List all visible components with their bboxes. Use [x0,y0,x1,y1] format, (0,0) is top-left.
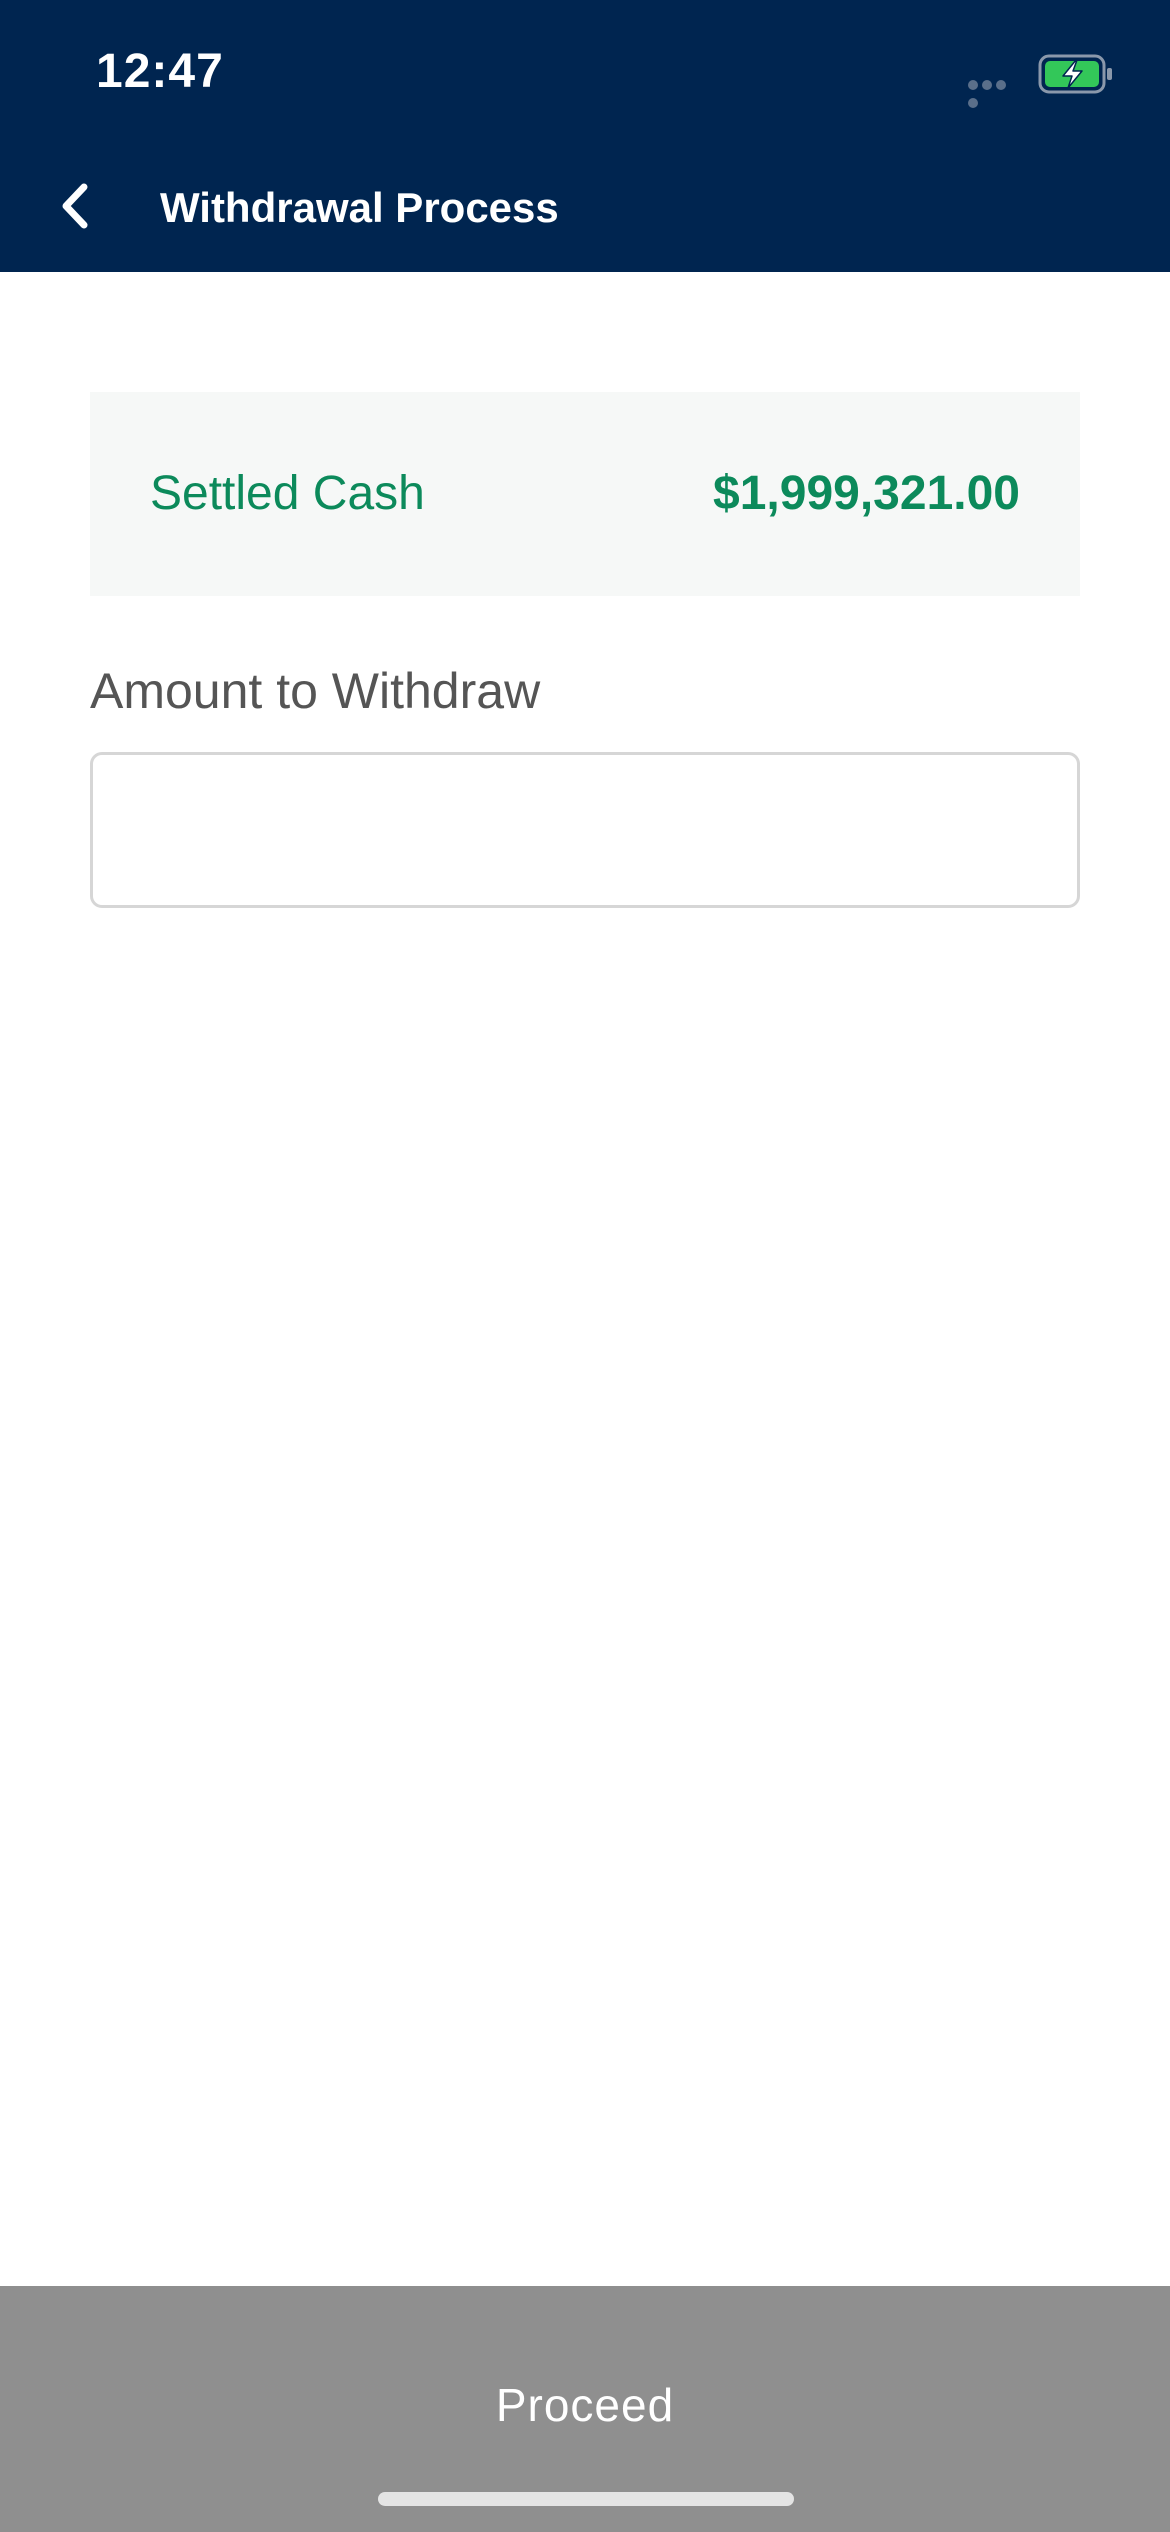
battery-charging-icon [1038,54,1114,94]
proceed-label: Proceed [495,2379,675,2431]
status-time: 12:47 [96,45,224,98]
home-indicator [378,2492,794,2506]
signal-icon [968,80,1022,108]
settled-cash-card: Settled Cash $1,999,321.00 [90,392,1080,596]
withdrawal-screen: 12:47 Withdrawal Process Settled Cash $1… [0,0,1170,2532]
settled-cash-label: Settled Cash [150,467,425,520]
settled-cash-value: $1,999,321.00 [713,467,1020,520]
proceed-button[interactable]: Proceed [0,2286,1170,2532]
app-header: 12:47 Withdrawal Process [0,0,1170,272]
back-button[interactable] [40,170,110,242]
amount-input[interactable] [90,752,1080,908]
amount-to-withdraw-label: Amount to Withdraw [90,663,541,719]
chevron-left-icon [62,183,88,229]
page-title: Withdrawal Process [160,184,559,231]
